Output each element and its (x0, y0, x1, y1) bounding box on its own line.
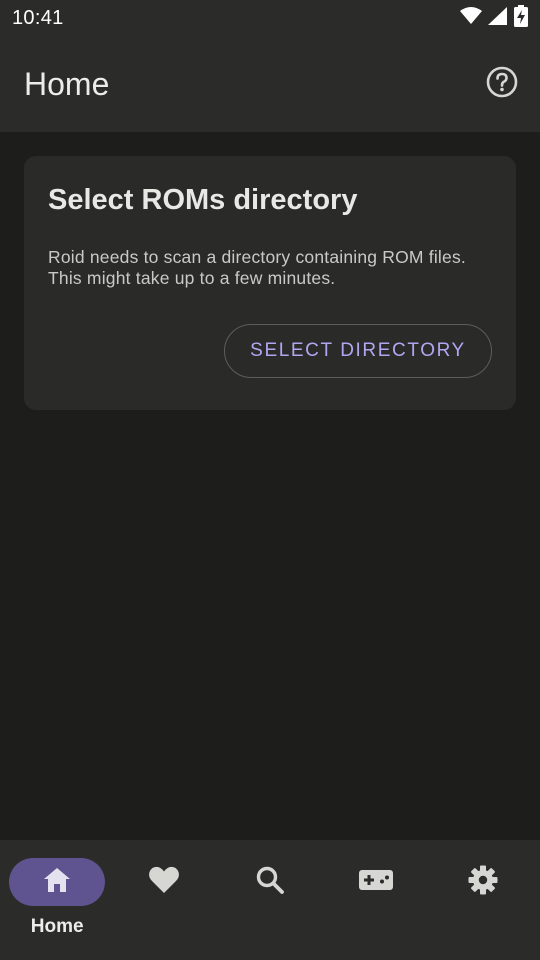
top-app-bar: Home (0, 36, 540, 132)
nav-item-settings[interactable] (431, 840, 535, 960)
gear-icon (468, 865, 498, 900)
select-directory-button[interactable]: SELECT DIRECTORY (224, 324, 492, 378)
wifi-icon (460, 6, 482, 30)
card-title: Select ROMs directory (48, 184, 358, 216)
battery-charging-icon (514, 4, 528, 32)
heart-icon (148, 865, 180, 900)
status-time: 10:41 (12, 6, 64, 29)
bottom-navigation: Home (0, 840, 540, 960)
gamepad-icon (358, 868, 394, 897)
nav-item-favorites[interactable] (112, 840, 216, 960)
select-roms-card: Select ROMs directory Roid needs to scan… (24, 156, 516, 410)
nav-item-search[interactable] (218, 840, 322, 960)
help-button[interactable] (484, 66, 520, 102)
nav-item-games[interactable] (324, 840, 428, 960)
nav-label-home: Home (30, 916, 84, 937)
nav-item-home[interactable]: Home (5, 840, 109, 960)
status-icons (460, 4, 528, 32)
status-bar: 10:41 (0, 0, 540, 36)
signal-icon (488, 6, 508, 30)
nav-active-indicator (9, 858, 106, 906)
search-icon (255, 865, 285, 900)
home-icon (42, 866, 72, 899)
card-description: Roid needs to scan a directory containin… (48, 247, 466, 288)
page-title: Home (24, 65, 110, 102)
help-circle-icon (486, 66, 518, 103)
